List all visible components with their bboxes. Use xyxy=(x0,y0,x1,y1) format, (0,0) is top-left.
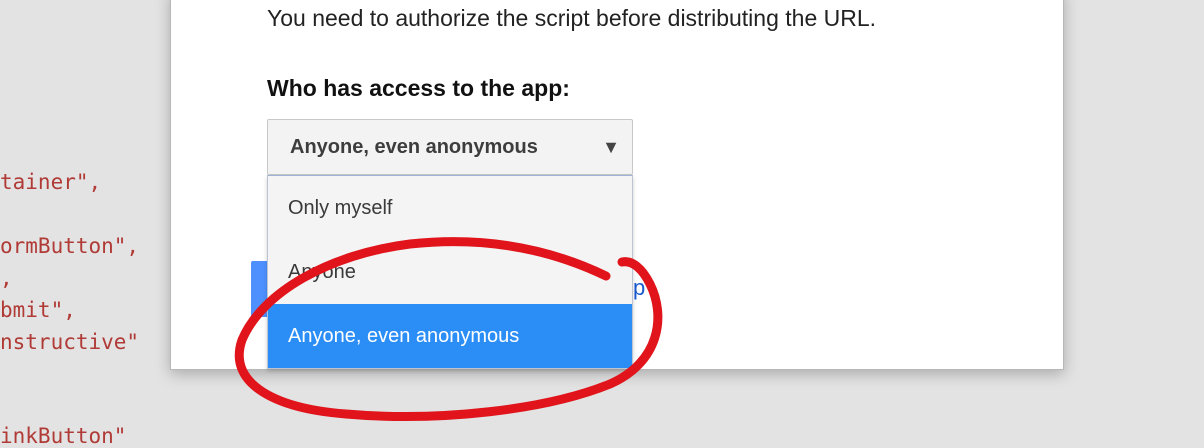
access-select-value: Anyone, even anonymous xyxy=(290,135,538,158)
code-line: bmit", xyxy=(0,298,76,322)
caret-down-icon: ▼ xyxy=(602,136,620,157)
access-label: Who has access to the app: xyxy=(267,75,570,101)
authorization-info-text: You need to authorize the script before … xyxy=(267,5,877,31)
code-line: inkButton" xyxy=(0,424,127,448)
option-anyone-even-anonymous[interactable]: Anyone, even anonymous xyxy=(268,304,632,368)
option-only-myself[interactable]: Only myself xyxy=(268,176,632,240)
option-anyone[interactable]: Anyone xyxy=(268,240,632,304)
access-select[interactable]: Anyone, even anonymous ▼ xyxy=(267,119,633,175)
access-options-list: Only myself Anyone Anyone, even anonymou… xyxy=(267,175,633,369)
deploy-web-app-dialog: You need to authorize the script before … xyxy=(170,0,1064,370)
help-link[interactable]: p xyxy=(633,275,645,301)
code-line: ormButton", xyxy=(0,234,140,258)
code-line: , xyxy=(0,266,13,290)
code-line: nstructive" xyxy=(0,330,140,354)
code-line: tainer", xyxy=(0,170,102,194)
